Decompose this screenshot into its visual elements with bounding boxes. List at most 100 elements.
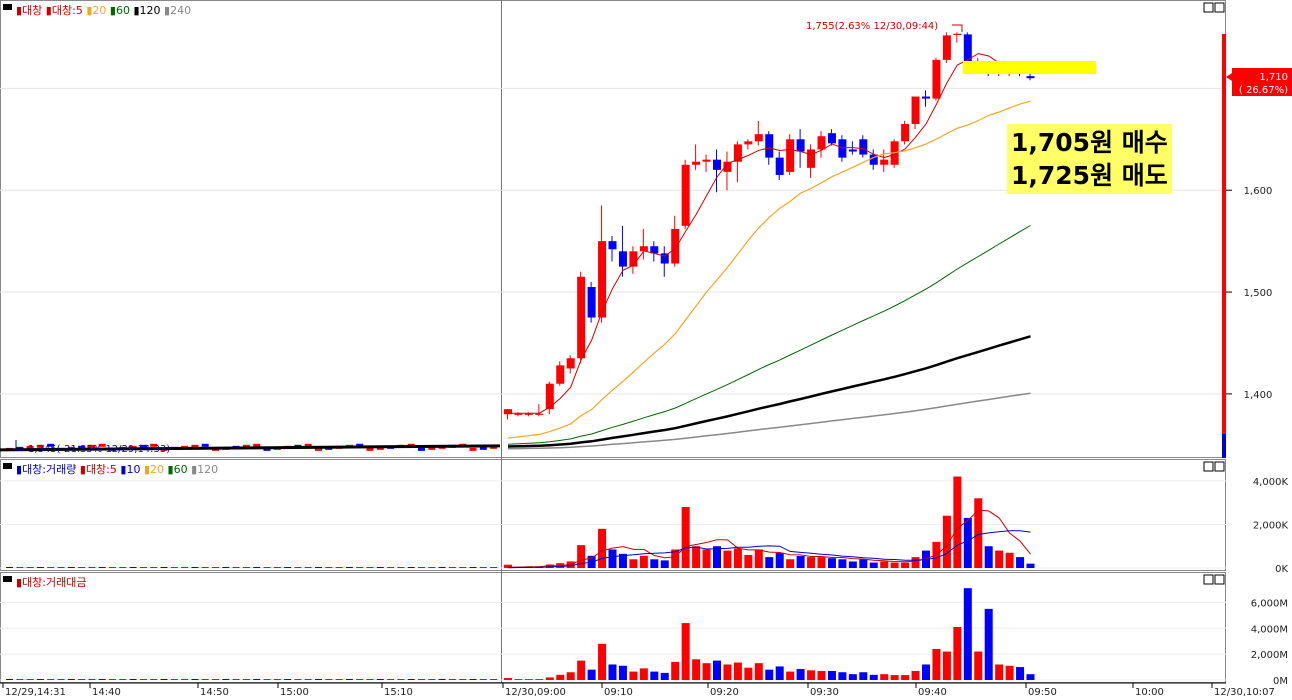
amount-bar-prev (109, 679, 116, 680)
volume-bar (974, 498, 983, 568)
legend-swatch-icon: ▮ (161, 4, 171, 17)
volume-bar-prev (490, 567, 498, 568)
amount-bar-prev (335, 679, 343, 680)
candle-body (827, 133, 836, 144)
legend-item: 120 (140, 4, 161, 17)
candle-body (765, 134, 774, 158)
legend-menu-icon[interactable] (3, 576, 12, 582)
legend-menu-icon[interactable] (3, 4, 12, 10)
current-price: 1,710 (1259, 72, 1288, 83)
amount-bar (807, 670, 816, 680)
candle-body (880, 159, 889, 165)
amount-bar (535, 679, 544, 680)
volume-bar (786, 559, 795, 568)
amount-bar (859, 672, 868, 680)
legend-item: 대창:거래량 (22, 463, 76, 476)
amount-bar-prev (201, 679, 209, 680)
candle-body (681, 164, 690, 226)
legend-item: 대창:5 (52, 4, 83, 17)
volume-bar (775, 552, 784, 568)
candle-body (608, 241, 617, 250)
amount-tick-label: 4,000M (1251, 624, 1288, 635)
legend-swatch-icon: ▮ (76, 463, 86, 476)
candle-body (692, 161, 701, 165)
volume-bar-prev (222, 567, 230, 568)
legend-menu-icon[interactable] (3, 463, 12, 469)
volume-bar (817, 557, 826, 568)
panel-maximize-icon[interactable] (1203, 574, 1214, 585)
amount-bar (827, 670, 836, 680)
volume-bar (1005, 552, 1014, 568)
candle-body (932, 59, 941, 99)
amount-bar-prev (57, 679, 65, 680)
legend-item: 10 (126, 463, 140, 476)
amount-tick-label: 2,000M (1251, 650, 1288, 661)
panel-close-icon[interactable] (1214, 461, 1225, 472)
amount-bar (890, 675, 899, 680)
volume-bar-prev (119, 567, 127, 568)
volume-bar-prev (242, 567, 250, 568)
panel-close-icon[interactable] (1214, 2, 1225, 13)
candle-body (901, 124, 910, 142)
legend-swatch-icon: ▮ (106, 4, 116, 17)
candle-prev-day (469, 447, 477, 451)
candle-prev-day (418, 447, 425, 451)
amount-bar-prev (212, 679, 219, 680)
svg-text:▮대창:거래대금: ▮대창:거래대금 (16, 576, 87, 589)
amount-bar-prev (160, 679, 168, 680)
amount-bar (598, 643, 607, 680)
candle-body (838, 139, 847, 158)
legend-swatch-icon: ▮ (83, 4, 93, 17)
amount-bar (953, 626, 962, 680)
candle-body (629, 251, 638, 267)
candle-body (754, 134, 763, 142)
volume-bar-prev (191, 567, 199, 568)
volume-bar (963, 517, 972, 568)
candle-body (1026, 76, 1035, 79)
candle-prev-day (201, 443, 209, 447)
volume-bar-prev (263, 567, 271, 568)
volume-bar-prev (448, 567, 456, 568)
amount-bar-prev (78, 679, 86, 680)
amount-bar-prev (139, 679, 147, 680)
volume-bar (911, 557, 920, 568)
amount-bar (1016, 667, 1025, 680)
volume-bar (608, 549, 617, 568)
panel-maximize-icon[interactable] (1203, 2, 1214, 13)
day-range-bar (1222, 34, 1226, 434)
volume-bar-prev (335, 567, 343, 568)
amount-bar-prev (263, 679, 271, 680)
legend-item: 20 (92, 4, 106, 17)
volume-bar-prev (428, 567, 436, 568)
panel-maximize-icon[interactable] (1203, 461, 1214, 472)
amount-bar-prev (150, 679, 158, 680)
volume-bar-prev (109, 567, 116, 568)
amount-bar (901, 675, 910, 680)
amount-bar (817, 670, 826, 680)
amount-bar (911, 670, 920, 680)
amount-bar (963, 588, 972, 680)
svg-text:▮대창 ▮대창:5 ▮20 ▮60 ▮120 ▮240: ▮대창 ▮대창:5 ▮20 ▮60 ▮120 ▮240 (16, 4, 191, 17)
amount-bar-prev (345, 679, 353, 680)
amount-bar-prev (191, 679, 199, 680)
amount-bar (786, 671, 795, 680)
time-tick-label: 15:00 (280, 687, 309, 698)
volume-bar-prev (88, 567, 96, 568)
amount-bar-prev (242, 679, 250, 680)
volume-bar (859, 559, 868, 568)
legend-swatch-icon: ▮ (117, 463, 127, 476)
amount-bar (880, 674, 889, 680)
legend-item: 240 (170, 4, 191, 17)
time-tick-label: 09:10 (604, 687, 633, 698)
volume-bar-prev (479, 567, 487, 568)
candle-body (618, 251, 627, 267)
volume-bar (1016, 557, 1025, 568)
amount-bar (618, 665, 627, 680)
amount-bar (587, 669, 596, 680)
amount-bar (733, 662, 742, 680)
amount-bar-prev (47, 679, 55, 680)
time-tick-label: 09:40 (918, 687, 947, 698)
panel-close-icon[interactable] (1214, 574, 1225, 585)
amount-bar-prev (119, 679, 127, 680)
volume-bar (827, 558, 836, 568)
